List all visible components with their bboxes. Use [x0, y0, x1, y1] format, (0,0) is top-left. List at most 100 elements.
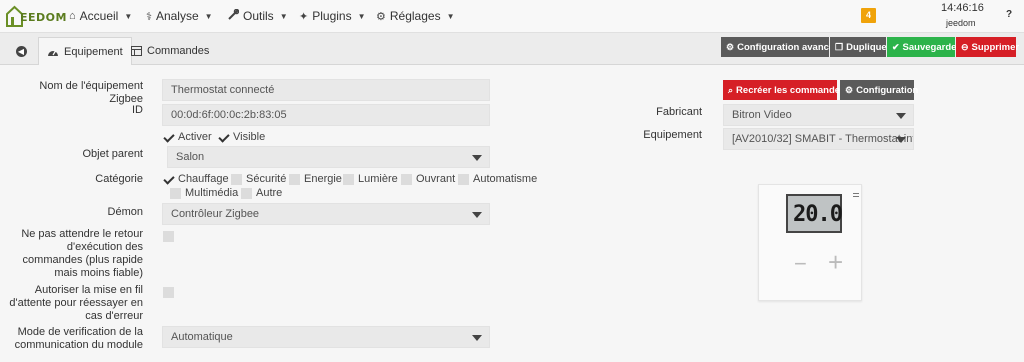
category-energie-checkbox[interactable]: Energie	[289, 173, 342, 185]
check-icon	[163, 174, 174, 185]
configuration-label: Configuration	[856, 84, 919, 96]
caret-down-icon: ▼	[279, 11, 288, 21]
parent-object-label: Objet parent	[82, 148, 143, 160]
save-label: Sauvegarder	[902, 41, 961, 53]
check-mode-label: Mode de verification de la communication…	[14, 326, 143, 351]
caret-down-icon: ▼	[124, 11, 133, 21]
thermostat-screen: 20.0	[786, 194, 843, 233]
visible-label: Visible	[233, 131, 266, 143]
no-wait-label: Ne pas attendre le retour d'exécution de…	[21, 228, 143, 279]
jeedom-logo[interactable]: EEDOM	[3, 2, 66, 28]
back-button[interactable]: ◀	[6, 37, 36, 65]
thermostat-temperature: 20.0	[793, 202, 843, 227]
minus-circle-icon: ⊖	[961, 41, 969, 52]
cogs-icon: ⚙	[726, 41, 735, 52]
logo-text: EEDOM	[20, 11, 67, 24]
queue-retry-label: Autoriser la mise en fil d'attente pour …	[9, 284, 143, 322]
puzzle-icon: ✦	[299, 10, 309, 23]
category-multimedia-label: Multimédia	[185, 187, 239, 199]
menu-analyse[interactable]: ⚕ Analyse ▼	[146, 9, 213, 23]
thermostat-menu-icon	[853, 193, 859, 197]
help-icon[interactable]: ?	[1003, 9, 1015, 21]
recreate-commands-button[interactable]: ⌕ Recréer les commandes	[723, 80, 845, 100]
category-lumiere-label: Lumière	[358, 173, 398, 185]
clock: 14:46:16	[941, 2, 984, 14]
manufacturer-label: Fabricant	[656, 106, 702, 118]
delete-button[interactable]: ⊖ Supprimer	[956, 37, 1019, 57]
activer-checkbox[interactable]: Activer	[163, 131, 212, 143]
wrench-icon	[228, 8, 240, 23]
duplicate-label: Dupliquer	[846, 41, 891, 53]
menu-outils[interactable]: Outils ▼	[228, 8, 288, 23]
category-securite-label: Sécurité	[246, 173, 287, 185]
category-chauffage-label: Chauffage	[178, 173, 229, 185]
equipment-name-input[interactable]: Thermostat connecté	[162, 79, 490, 101]
tab-commandes[interactable]: Commandes	[123, 37, 217, 65]
category-ouvrant-checkbox[interactable]: Ouvrant	[401, 173, 455, 185]
menu-reglages-label: Réglages	[389, 9, 441, 23]
tab-commandes-label: Commandes	[147, 45, 210, 57]
equipment-name-label: Nom de l'équipement Zigbee	[39, 80, 143, 105]
user-name[interactable]: jeedom	[946, 18, 976, 28]
duplicate-button[interactable]: ❐ Dupliquer	[830, 37, 890, 57]
visible-checkbox[interactable]: Visible	[218, 131, 265, 143]
id-label: ID	[132, 104, 143, 116]
list-icon	[131, 46, 142, 56]
daemon-select[interactable]: Contrôleur Zigbee	[162, 203, 490, 225]
category-securite-checkbox[interactable]: Sécurité	[231, 173, 286, 185]
advanced-configuration-button[interactable]: ⚙ Configuration avancée	[721, 37, 840, 57]
search-icon: ⌕	[728, 84, 734, 95]
arrow-left-circle-icon: ◀	[15, 45, 27, 57]
menu-accueil[interactable]: ⌂ Accueil ▼	[69, 9, 132, 23]
thermostat-minus: −	[794, 251, 807, 276]
menu-accueil-label: Accueil	[79, 9, 119, 23]
check-circle-icon: ✔	[892, 41, 900, 52]
thermostat-image: 20.0 − +	[758, 184, 862, 301]
pulse-icon: ⚕	[146, 10, 152, 23]
thermostat-plus: +	[828, 247, 844, 277]
equipment-label: Equipement	[643, 129, 702, 141]
recreate-commands-label: Recréer les commandes	[736, 84, 846, 96]
check-icon	[218, 132, 229, 143]
daemon-label: Démon	[107, 206, 143, 218]
caret-down-icon: ▼	[357, 11, 366, 21]
category-label: Catégorie	[95, 173, 143, 185]
queue-retry-checkbox[interactable]	[163, 287, 174, 298]
category-automatisme-label: Automatisme	[473, 173, 538, 185]
tab-equipement-label: Equipement	[64, 45, 123, 58]
caret-down-icon: ▼	[446, 11, 455, 21]
activer-label: Activer	[178, 131, 212, 143]
menu-reglages[interactable]: ⚙ Réglages ▼	[376, 9, 455, 23]
caret-down-icon: ▼	[204, 11, 213, 21]
menu-analyse-label: Analyse	[155, 9, 199, 23]
category-multimedia-checkbox[interactable]: Multimédia	[170, 187, 238, 199]
equipment-select[interactable]: [AV2010/32] SMABIT - Thermostat inte	[723, 128, 914, 150]
copy-icon: ❐	[835, 41, 844, 52]
tab-equipement[interactable]: Equipement	[38, 37, 132, 65]
gears-icon: ⚙	[376, 10, 386, 23]
manufacturer-select[interactable]: Bitron Video	[723, 104, 914, 126]
check-mode-select[interactable]: Automatique	[162, 326, 490, 348]
home-icon: ⌂	[69, 10, 76, 22]
menu-plugins-label: Plugins	[312, 9, 352, 23]
cogs-icon: ⚙	[845, 84, 854, 95]
category-lumiere-checkbox[interactable]: Lumière	[343, 173, 398, 185]
category-energie-label: Energie	[304, 173, 342, 185]
advanced-configuration-label: Configuration avancée	[737, 41, 840, 53]
id-input[interactable]: 00:0d:6f:00:0c:2b:83:05	[162, 104, 490, 126]
delete-label: Supprimer	[971, 41, 1020, 53]
tachometer-icon	[48, 50, 58, 56]
menu-outils-label: Outils	[243, 9, 274, 23]
top-navbar: EEDOM ⌂ Accueil ▼ ⚕ Analyse ▼ Outils ▼ ✦…	[0, 0, 1024, 33]
no-wait-checkbox[interactable]	[163, 231, 174, 242]
check-icon	[163, 132, 174, 143]
category-ouvrant-label: Ouvrant	[416, 173, 456, 185]
parent-object-select[interactable]: Salon	[167, 146, 490, 168]
save-button[interactable]: ✔ Sauvegarder	[887, 37, 960, 57]
configuration-button[interactable]: ⚙ Configuration	[840, 80, 918, 100]
message-count-badge[interactable]: 4	[861, 8, 876, 23]
category-chauffage-checkbox[interactable]: Chauffage	[163, 173, 229, 185]
category-automatisme-checkbox[interactable]: Automatisme	[458, 173, 537, 185]
category-autre-checkbox[interactable]: Autre	[241, 187, 282, 199]
menu-plugins[interactable]: ✦ Plugins ▼	[299, 9, 366, 23]
